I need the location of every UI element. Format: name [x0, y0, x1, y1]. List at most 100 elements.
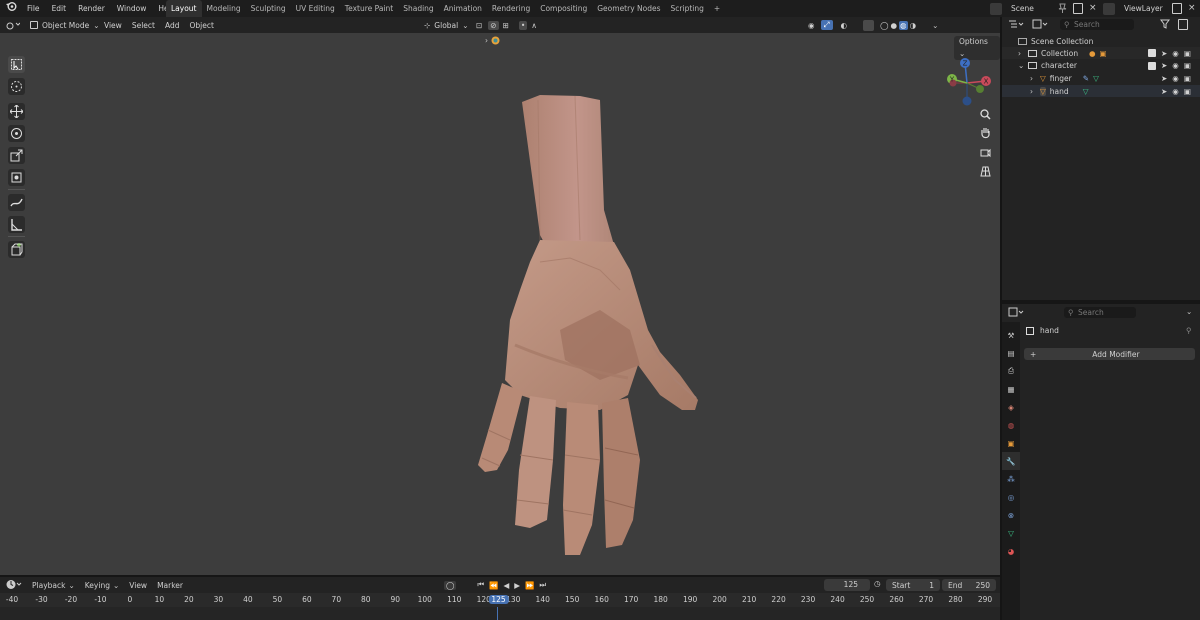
material-tab-icon[interactable]: ◕ [1002, 542, 1020, 560]
play-icon[interactable]: ▶ [514, 581, 520, 590]
jump-end-icon[interactable]: ⏭ [539, 580, 546, 590]
menu-add[interactable]: Add [165, 21, 180, 30]
camera-render-icon[interactable]: ▣ [1184, 87, 1191, 96]
chevron-right-icon[interactable]: › [1018, 49, 1026, 58]
playhead-frame-badge[interactable]: 125 [488, 595, 509, 604]
tab-compositing[interactable]: Compositing [535, 0, 592, 17]
add-workspace-button[interactable]: + [709, 0, 725, 17]
menu-object[interactable]: Object [189, 21, 213, 30]
menu-select[interactable]: Select [132, 21, 155, 30]
mode-label[interactable]: Object Mode [42, 21, 89, 30]
properties-search-input[interactable]: ⚲ Search [1064, 307, 1136, 318]
constraints-tab-icon[interactable]: ⊗ [1002, 506, 1020, 524]
camera-render-icon[interactable]: ▣ [1184, 61, 1191, 70]
checkbox[interactable] [1148, 61, 1156, 70]
output-tab-icon[interactable]: ⎙ [1002, 362, 1020, 380]
clock-icon[interactable]: ◷ [874, 579, 881, 588]
tab-layout[interactable]: Layout [166, 0, 202, 17]
menu-window[interactable]: Window [111, 0, 153, 17]
select-box-tool[interactable] [8, 56, 25, 73]
navigation-gizmo[interactable]: X Z Y [940, 55, 996, 111]
select-arrow-icon[interactable]: ➤ [1161, 61, 1167, 70]
eye-icon[interactable]: ◉ [1172, 74, 1179, 83]
chevron-down-icon[interactable]: ⌄ [1018, 61, 1026, 70]
camera-view-icon[interactable] [978, 145, 992, 159]
tab-uv-editing[interactable]: UV Editing [291, 0, 340, 17]
new-view-layer-icon[interactable] [1172, 3, 1182, 14]
eye-icon[interactable]: ◉ [1172, 49, 1179, 58]
rendered-shading-icon[interactable]: ◑ [910, 21, 917, 30]
tab-sculpting[interactable]: Sculpting [246, 0, 291, 17]
tab-modeling[interactable]: Modeling [202, 0, 246, 17]
outliner-search-input[interactable]: ⚲ Search [1060, 19, 1134, 30]
3d-viewport[interactable]: Options ⌄ › X Z Y [0, 33, 1000, 575]
blender-logo-icon[interactable] [0, 0, 21, 17]
scale-tool[interactable] [8, 147, 25, 164]
add-cube-tool[interactable] [8, 241, 25, 258]
solid-shading-icon[interactable]: ● [891, 21, 898, 30]
display-mode-selector[interactable] [1032, 19, 1048, 29]
particles-tab-icon[interactable]: ⁂ [1002, 470, 1020, 488]
cursor-tool[interactable] [8, 78, 25, 95]
tree-item-scene-collection[interactable]: Scene Collection [1002, 35, 1200, 47]
new-scene-icon[interactable] [1073, 3, 1083, 14]
filter-icon[interactable] [1160, 19, 1174, 31]
xray-icon[interactable] [863, 19, 875, 31]
pivot-icon[interactable]: ⊡ [476, 21, 482, 30]
end-frame-field[interactable]: End 250 [942, 579, 996, 591]
scene-name[interactable]: Scene [1011, 4, 1034, 13]
wireframe-shading-icon[interactable]: ◯ [880, 21, 888, 30]
prev-keyframe-icon[interactable]: ⏪ [489, 581, 498, 590]
physics-tab-icon[interactable]: ◎ [1002, 488, 1020, 506]
delete-scene-icon[interactable]: × [1089, 4, 1098, 13]
menu-edit[interactable]: Edit [46, 0, 73, 17]
menu-view[interactable]: View [129, 581, 147, 590]
chevron-right-icon[interactable]: › [1030, 74, 1038, 83]
menu-playback[interactable]: Playback [32, 581, 65, 590]
snap-toggle-icon[interactable]: ⊘ [488, 20, 499, 30]
checkbox[interactable] [1148, 49, 1156, 57]
gizmo-toggle-icon[interactable]: ⤢ [820, 20, 833, 30]
mode-selector[interactable]: Object Mode ⌄ [30, 19, 100, 31]
menu-file[interactable]: File [21, 0, 46, 17]
hand-mesh[interactable] [460, 88, 720, 568]
sidebar-toggle[interactable]: › [485, 36, 500, 45]
chevron-right-icon[interactable]: › [1030, 87, 1038, 96]
proportional-edit-icon[interactable]: • [518, 20, 528, 30]
menu-marker[interactable]: Marker [157, 581, 183, 590]
move-tool[interactable] [8, 103, 25, 120]
properties-editor-type[interactable] [1008, 307, 1024, 317]
object-tab-icon[interactable]: ▣ [1002, 434, 1020, 452]
orientation-label[interactable]: Global [434, 21, 458, 30]
snap-grid-icon[interactable]: ⊞ [503, 21, 509, 30]
annotate-tool[interactable] [8, 194, 25, 211]
scene-selector[interactable]: Scene [990, 2, 1034, 15]
new-collection-icon[interactable] [1178, 19, 1188, 30]
play-reverse-icon[interactable]: ◀ [504, 581, 510, 590]
visibility-icon[interactable]: ◉ [808, 21, 815, 30]
view-layer-selector[interactable]: ViewLayer [1103, 2, 1163, 15]
menu-view[interactable]: View [104, 21, 122, 30]
start-frame-field[interactable]: Start 1 [886, 579, 940, 591]
overlay-icon[interactable]: ◐ [841, 21, 848, 30]
view-layer-name[interactable]: ViewLayer [1124, 4, 1163, 13]
tab-geometry-nodes[interactable]: Geometry Nodes [592, 0, 665, 17]
tool-tab-icon[interactable]: ⚒ [1002, 326, 1020, 344]
select-arrow-icon[interactable]: ➤ [1161, 87, 1167, 96]
chevron-down-icon[interactable]: ⌄ [1186, 307, 1192, 316]
timeline-ruler[interactable]: -40 -30 -20 -10 0 10 20 30 40 50 60 70 80 90 100 110 120… [0, 593, 1000, 620]
data-tab-icon[interactable]: ▽ [1002, 524, 1020, 542]
current-frame-field[interactable]: 125 [824, 579, 870, 591]
orientation-selector[interactable]: ⊹ Global ⌄ [424, 19, 469, 31]
perspective-grid-icon[interactable] [978, 164, 992, 178]
pan-hand-icon[interactable] [978, 126, 992, 140]
outliner-editor-type[interactable] [1008, 19, 1024, 29]
zoom-icon[interactable] [978, 107, 992, 121]
pin-icon[interactable] [1058, 3, 1067, 15]
modifier-tab-icon[interactable]: 🔧 [1002, 452, 1020, 470]
eye-icon[interactable]: ◉ [1172, 87, 1179, 96]
render-tab-icon[interactable]: ▤ [1002, 344, 1020, 362]
camera-render-icon[interactable]: ▣ [1184, 74, 1191, 83]
delete-view-layer-icon[interactable]: × [1188, 4, 1196, 13]
shading-options-icon[interactable]: ⌄ [932, 21, 938, 30]
